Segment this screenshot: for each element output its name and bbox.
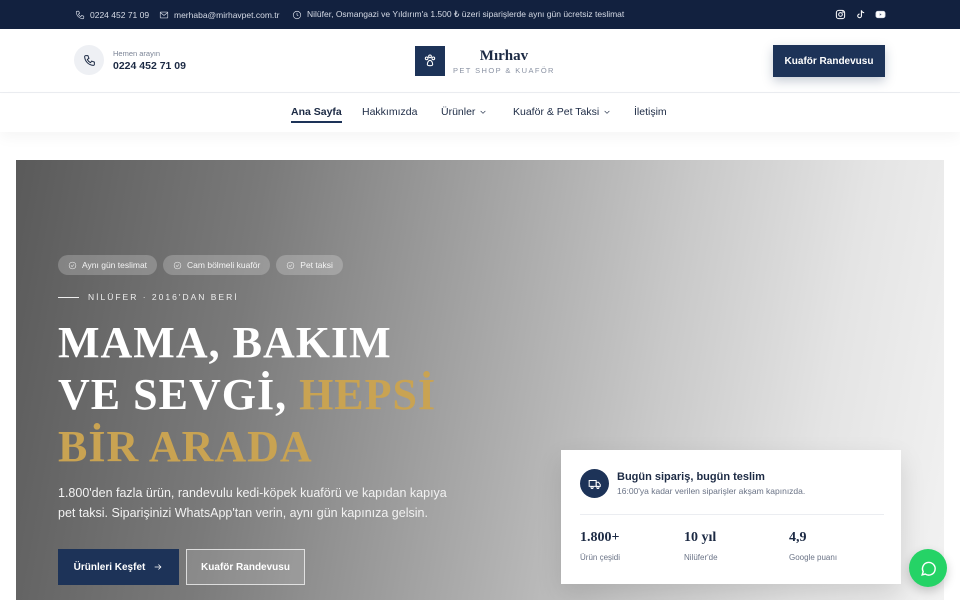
phone-circle (74, 45, 104, 75)
hero-appointment-button[interactable]: Kuaför Randevusu (186, 549, 305, 585)
check-circle-icon (173, 261, 182, 269)
stat-products: 1.800+ Ürün çeşidi (580, 530, 620, 562)
chevron-down-icon (604, 110, 610, 114)
site-header: Hemen arayın 0224 452 71 09 Mırhav PET S… (0, 29, 960, 93)
topbar-phone-text: 0224 452 71 09 (90, 9, 150, 20)
eyebrow-text: NİLÜFER · 2016'DAN BERİ (88, 292, 239, 302)
main-nav: Ana Sayfa Hakkımızda Ürünler Kuaför & Pe… (0, 94, 960, 132)
hero-headline: MAMA, BAKIM VE SEVGİ, HEPSİ BİR ARADA (58, 317, 498, 473)
nav-label: İletişim (634, 106, 667, 118)
topbar-email-text: merhaba@mirhavpet.com.tr (174, 9, 280, 20)
feature-chip: Cam bölmeli kuaför (163, 255, 271, 275)
card-subtitle: 16:00'ya kadar verilen siparişler akşam … (617, 486, 806, 496)
eyebrow-line (58, 296, 79, 298)
call-number: 0224 452 71 09 (113, 59, 186, 72)
button-label: Ürünleri Keşfet (73, 561, 146, 573)
stat-rating: 4,9 Google puanı (789, 530, 837, 562)
mail-icon (159, 11, 169, 18)
paw-icon (415, 46, 445, 76)
headline-line1: MAMA, BAKIM (58, 318, 392, 367)
truck-icon (580, 469, 609, 498)
nav-label: Ana Sayfa (291, 106, 342, 118)
whatsapp-icon (920, 561, 936, 576)
instagram-icon[interactable] (835, 9, 846, 20)
phone-icon (83, 54, 95, 66)
topbar-notice-text: Nilüfer, Osmangazi ve Yıldırım'a 1.500 ₺… (307, 9, 625, 19)
nav-item-contact[interactable]: İletişim (634, 94, 667, 130)
delivery-card: Bugün sipariş, bugün teslim 16:00'ya kad… (561, 450, 901, 584)
arrow-right-icon (155, 564, 162, 570)
topbar-delivery-notice: Nilüfer, Osmangazi ve Yıldırım'a 1.500 ₺… (292, 0, 624, 29)
youtube-icon[interactable] (875, 9, 886, 20)
stat-value: 1.800+ (580, 530, 620, 545)
nav-item-grooming-taxi[interactable]: Kuaför & Pet Taksi (513, 94, 611, 130)
nav-item-products[interactable]: Ürünler (441, 94, 487, 130)
chip-label: Pet taksi (300, 260, 333, 270)
headline-line3-gold: BİR ARADA (58, 422, 313, 471)
chip-label: Aynı gün teslimat (82, 260, 148, 270)
clock-icon (292, 10, 302, 19)
nav-label: Kuaför & Pet Taksi (513, 106, 600, 118)
card-title: Bugün sipariş, bugün teslim (617, 471, 765, 483)
feature-chips: Aynı gün teslimat Cam bölmeli kuaför Pet… (58, 255, 343, 275)
stat-label: Ürün çeşidi (580, 553, 621, 562)
brand-logo[interactable]: Mırhav PET SHOP & KUAFÖR (415, 46, 555, 76)
stat-years: 10 yıl Nilüfer'de (684, 530, 718, 562)
check-circle-icon (68, 261, 77, 269)
hero-description: 1.800'den fazla ürün, randevulu kedi-köp… (58, 486, 447, 520)
nav-item-home[interactable]: Ana Sayfa (291, 94, 342, 130)
header-call[interactable]: Hemen arayın 0224 452 71 09 (74, 45, 186, 75)
topbar-phone[interactable]: 0224 452 71 09 (75, 0, 149, 29)
header-appointment-button[interactable]: Kuaför Randevusu (773, 45, 885, 77)
nav-label: Hakkımızda (362, 106, 418, 118)
stat-label: Nilüfer'de (684, 553, 718, 562)
nav-item-about[interactable]: Hakkımızda (362, 94, 417, 130)
headline-line2-white: VE SEVGİ, (58, 370, 300, 419)
brand-name: Mırhav (479, 47, 529, 64)
call-label: Hemen arayın (113, 48, 161, 58)
hero-eyebrow: NİLÜFER · 2016'DAN BERİ (58, 292, 239, 302)
call-text: Hemen arayın 0224 452 71 09 (113, 49, 186, 72)
stat-label: Google puanı (789, 553, 838, 562)
topbar-email[interactable]: merhaba@mirhavpet.com.tr (159, 0, 279, 29)
stat-value: 4,9 (789, 530, 807, 545)
explore-products-button[interactable]: Ürünleri Keşfet (58, 549, 179, 585)
stat-value: 10 yıl (684, 530, 717, 545)
whatsapp-button[interactable] (909, 549, 947, 587)
tiktok-icon[interactable] (855, 9, 866, 20)
top-bar: 0224 452 71 09 merhaba@mirhavpet.com.tr … (0, 0, 960, 29)
nav-label: Ürünler (441, 106, 476, 118)
chip-label: Cam bölmeli kuaför (187, 260, 261, 270)
feature-chip: Aynı gün teslimat (58, 255, 158, 275)
check-circle-icon (287, 261, 295, 269)
feature-chip: Pet taksi (276, 255, 343, 275)
brand-tagline: PET SHOP & KUAFÖR (453, 65, 555, 75)
card-divider (580, 514, 884, 515)
brand-text: Mırhav PET SHOP & KUAFÖR (453, 48, 555, 75)
headline-line2-gold: HEPSİ (299, 370, 437, 419)
chevron-down-icon (480, 110, 486, 114)
phone-icon (75, 10, 85, 19)
